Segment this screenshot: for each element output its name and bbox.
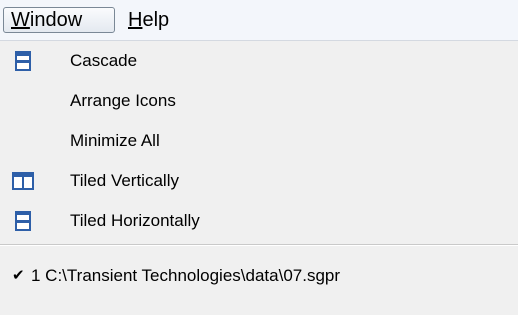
menu-item-minimize-all-label: Minimize All	[70, 131, 160, 150]
menu-help-accel: H	[128, 9, 143, 31]
menu-window[interactable]: Window	[3, 7, 115, 33]
menu-bar: Window Help	[0, 0, 518, 41]
menu-help[interactable]: Help	[122, 7, 175, 33]
menu-item-arrange-icons[interactable]: Arrange Icons	[0, 81, 518, 121]
menu-window-label-rest: indow	[29, 9, 83, 31]
menu-item-tiled-horizontally[interactable]: Tiled Horizontally	[0, 201, 518, 241]
menu-item-cascade[interactable]: Cascade	[0, 41, 518, 81]
menu-window-accel: W	[11, 9, 30, 31]
menu-item-arrange-icons-label: Arrange Icons	[70, 91, 176, 110]
cascade-window-icon	[12, 51, 34, 71]
menu-item-tiled-vertically[interactable]: Tiled Vertically	[0, 161, 518, 201]
menu-item-recent-window-1[interactable]: ✔ 1 C:\Transient Technologies\data\07.sg…	[0, 251, 518, 301]
window-menu-dropdown: Cascade Arrange Icons Minimize All Tiled…	[0, 41, 518, 315]
menu-item-recent-window-1-label: 1 C:\Transient Technologies\data\07.sgpr	[31, 266, 341, 285]
menu-item-cascade-label: Cascade	[70, 51, 138, 70]
menu-help-label-rest: elp	[142, 9, 170, 31]
tile-horizontal-icon	[12, 211, 34, 231]
menu-separator	[0, 244, 518, 246]
menu-item-minimize-all[interactable]: Minimize All	[0, 121, 518, 161]
tile-vertical-icon	[12, 171, 34, 191]
checkmark-icon: ✔	[12, 267, 25, 284]
menu-item-tiled-horizontally-label: Tiled Horizontally	[70, 211, 200, 230]
menu-item-tiled-vertically-label: Tiled Vertically	[70, 171, 179, 190]
